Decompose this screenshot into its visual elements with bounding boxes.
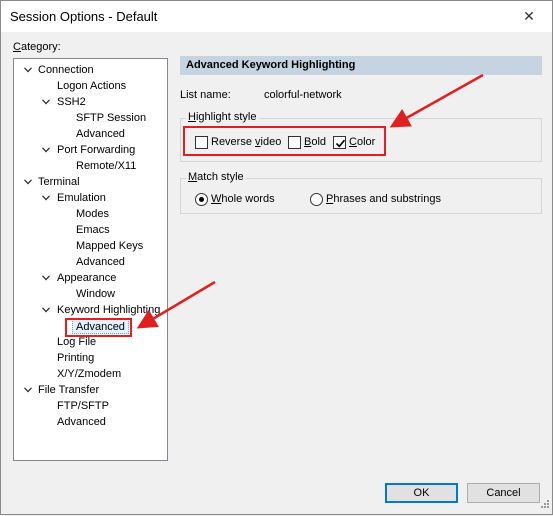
- tree-item[interactable]: Mapped Keys: [76, 239, 143, 254]
- chevron-down-icon[interactable]: [24, 63, 34, 78]
- color-label: Color: [349, 136, 376, 148]
- selected-node-annotation: [65, 318, 132, 337]
- tree-item[interactable]: Keyword Highlighting: [57, 303, 160, 318]
- tree-item[interactable]: Advanced: [76, 127, 125, 142]
- chevron-down-icon[interactable]: [42, 271, 52, 286]
- checkmark-icon: [333, 135, 346, 149]
- tree-item[interactable]: Appearance: [57, 271, 116, 286]
- tree-item[interactable]: Modes: [76, 207, 109, 222]
- session-options-dialog: Session Options - Default ✕ Category: Co…: [0, 0, 553, 515]
- list-name-value: colorful-network: [264, 89, 342, 101]
- checkbox-icon: [288, 135, 301, 149]
- radio-icon: [310, 192, 323, 206]
- tree-item[interactable]: FTP/SFTP: [57, 399, 109, 414]
- bold-checkbox[interactable]: Bold: [288, 135, 326, 149]
- tree-item[interactable]: Advanced: [76, 255, 125, 270]
- window-title: Session Options - Default: [10, 9, 158, 24]
- chevron-down-icon[interactable]: [42, 95, 52, 110]
- ok-button[interactable]: OK: [385, 483, 458, 503]
- tree-item[interactable]: Remote/X11: [76, 159, 136, 174]
- chevron-down-icon[interactable]: [42, 143, 52, 158]
- tree-item[interactable]: X/Y/Zmodem: [57, 367, 121, 382]
- tree-item[interactable]: Emacs: [76, 223, 110, 238]
- tree-item[interactable]: Logon Actions: [57, 79, 126, 94]
- highlight-style-label: Highlight style: [186, 111, 259, 123]
- chevron-down-icon[interactable]: [42, 191, 52, 206]
- whole-words-radio[interactable]: Whole words: [195, 192, 275, 206]
- cancel-button[interactable]: Cancel: [467, 483, 540, 503]
- panel-header: Advanced Keyword Highlighting: [180, 56, 542, 75]
- title-bar: Session Options - Default ✕: [1, 1, 552, 32]
- category-label: Category:: [13, 41, 61, 53]
- chevron-down-icon[interactable]: [42, 303, 52, 318]
- close-icon[interactable]: ✕: [506, 1, 552, 32]
- tree-item[interactable]: Port Forwarding: [57, 143, 135, 158]
- tree-item[interactable]: Terminal: [38, 175, 80, 190]
- chevron-down-icon[interactable]: [24, 383, 34, 398]
- match-style-label: Match style: [186, 171, 246, 183]
- reverse-video-checkbox[interactable]: Reverse video: [195, 135, 281, 149]
- phrases-substrings-label: Phrases and substrings: [326, 193, 441, 205]
- checkbox-icon: [195, 135, 208, 149]
- tree-item[interactable]: Window: [76, 287, 115, 302]
- list-name-label: List name:: [180, 89, 231, 101]
- radio-selected-icon: [195, 192, 208, 206]
- category-tree[interactable]: Connection Logon Actions SSH2 SFTP Session A…: [13, 58, 168, 461]
- tree-item[interactable]: File Transfer: [38, 383, 99, 398]
- tree-item[interactable]: SFTP Session: [76, 111, 146, 126]
- resize-grip-icon[interactable]: [540, 499, 550, 512]
- tree-item[interactable]: SSH2: [57, 95, 86, 110]
- bold-label: Bold: [304, 136, 327, 148]
- whole-words-label: Whole words: [211, 193, 275, 205]
- color-checkbox[interactable]: Color: [333, 135, 375, 149]
- tree-item[interactable]: Log File: [57, 335, 96, 350]
- chevron-down-icon[interactable]: [24, 175, 34, 190]
- tree-item[interactable]: Printing: [57, 351, 94, 366]
- reverse-video-label: Reverse video: [211, 136, 282, 148]
- phrases-substrings-radio[interactable]: Phrases and substrings: [310, 192, 441, 206]
- tree-item[interactable]: Connection: [38, 63, 94, 78]
- tree-item[interactable]: Emulation: [57, 191, 106, 206]
- tree-item[interactable]: Advanced: [57, 415, 106, 430]
